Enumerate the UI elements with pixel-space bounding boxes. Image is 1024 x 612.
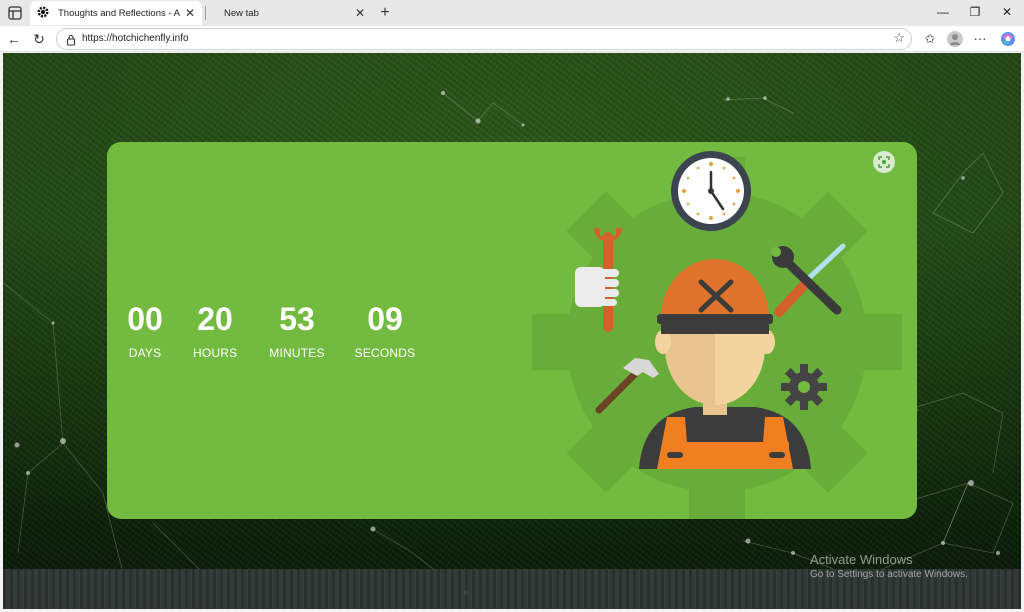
tab-close-icon[interactable]: ✕: [352, 6, 368, 20]
watermark-title: Activate Windows: [810, 552, 913, 567]
screenshot-scan-icon[interactable]: [873, 151, 895, 173]
tab-title: New tab: [224, 7, 259, 19]
lock-icon: [65, 33, 77, 46]
countdown-hours: 20 HOURS: [193, 302, 237, 360]
seconds-label: SECONDS: [354, 346, 416, 360]
tab-close-icon[interactable]: ✕: [182, 6, 198, 20]
minimize-icon[interactable]: —: [926, 0, 960, 24]
favorite-star-icon[interactable]: ☆: [893, 30, 905, 46]
more-menu-icon[interactable]: ···: [970, 29, 990, 49]
seconds-value: 09: [367, 301, 403, 337]
page-background: 00 DAYS 20 HOURS 53 MINUTES 09 SECONDS: [3, 53, 1021, 609]
countdown-days: 00 DAYS: [123, 302, 167, 360]
tab-strip: Thoughts and Reflections - A Pers ✕ New …: [0, 0, 1024, 26]
minutes-value: 53: [279, 301, 315, 337]
hours-value: 20: [197, 301, 233, 337]
activate-windows-watermark: Activate Windows Go to Settings to activ…: [810, 552, 968, 580]
restore-icon[interactable]: ❐: [958, 0, 992, 24]
gear-favicon-icon: [36, 5, 52, 21]
watermark-subtitle: Go to Settings to activate Windows.: [810, 569, 968, 580]
address-bar[interactable]: https://hotchichenfly.info ☆: [56, 28, 912, 50]
copilot-icon[interactable]: [998, 29, 1018, 49]
new-tab-plus-icon[interactable]: +: [374, 2, 396, 24]
days-label: DAYS: [128, 346, 162, 360]
window-close-icon[interactable]: ✕: [990, 0, 1024, 24]
days-value: 00: [127, 301, 163, 337]
minutes-label: MINUTES: [269, 346, 325, 360]
countdown-minutes: 53 MINUTES: [267, 302, 327, 360]
back-arrow-icon[interactable]: ←: [4, 29, 24, 49]
small-gear-icon: [781, 364, 827, 410]
profile-avatar-icon[interactable]: [945, 29, 965, 49]
maintenance-worker-illustration: [532, 151, 902, 519]
browser-toolbar: ← ↻ https://hotchichenfly.info ☆ ✩ ···: [0, 26, 1024, 52]
window-menu-icon[interactable]: [6, 4, 24, 22]
clock-icon: [671, 151, 751, 231]
tab-new[interactable]: New tab ✕: [206, 1, 372, 25]
countdown-seconds: 09 SECONDS: [353, 302, 417, 360]
hours-label: HOURS: [193, 346, 238, 360]
countdown-timer: 00 DAYS 20 HOURS 53 MINUTES 09 SECONDS: [107, 302, 427, 372]
refresh-icon[interactable]: ↻: [29, 29, 49, 49]
countdown-card: 00 DAYS 20 HOURS 53 MINUTES 09 SECONDS: [107, 142, 917, 519]
tab-active[interactable]: Thoughts and Reflections - A Pers ✕: [30, 1, 202, 25]
url-text: https://hotchichenfly.info: [82, 33, 189, 44]
favorites-icon[interactable]: ✩: [920, 29, 940, 49]
tab-title: Thoughts and Reflections - A Pers: [58, 7, 182, 19]
